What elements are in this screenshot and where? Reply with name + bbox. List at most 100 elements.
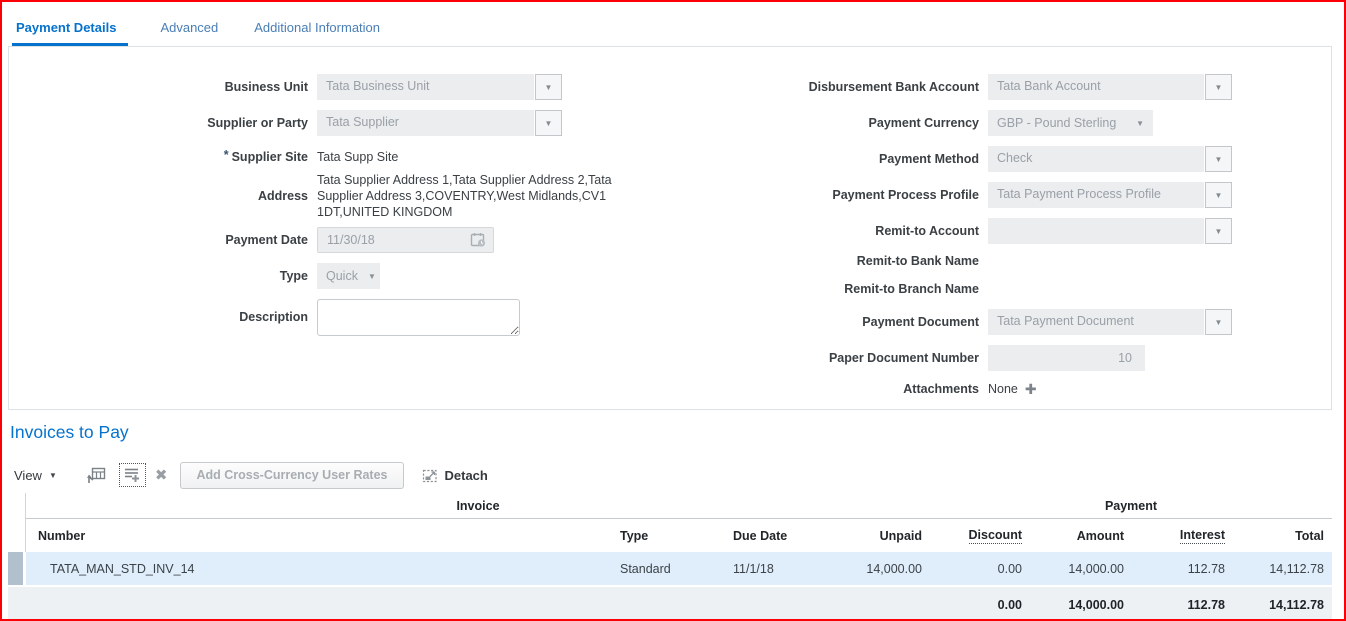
- supplier-or-party-value[interactable]: Tata Supplier: [317, 110, 534, 136]
- paper-document-number-field[interactable]: 10: [988, 345, 1145, 371]
- type-value: Quick: [326, 269, 358, 283]
- selector-column-spacer: [8, 493, 26, 519]
- tab-advanced[interactable]: Advanced: [156, 20, 222, 47]
- detach-button[interactable]: Detach: [422, 468, 488, 483]
- view-menu-button[interactable]: View ▼: [14, 468, 57, 483]
- remit-to-branch-name-label: Remit-to Branch Name: [609, 282, 988, 297]
- column-header-interest[interactable]: Interest: [1132, 519, 1233, 552]
- row-selector-cell[interactable]: [8, 552, 26, 585]
- remit-to-account-label: Remit-to Account: [609, 224, 988, 239]
- detach-icon: [422, 468, 438, 483]
- tab-additional-information[interactable]: Additional Information: [250, 20, 384, 47]
- cell-unpaid[interactable]: 14,000.00: [825, 552, 930, 585]
- table-column-header-row: Number Type Due Date Unpaid Discount Amo…: [8, 519, 1332, 552]
- chevron-down-icon: ▼: [1215, 318, 1223, 327]
- cell-interest[interactable]: 112.78: [1132, 552, 1233, 585]
- payment-method-dropdown-button[interactable]: ▼: [1205, 146, 1232, 172]
- remit-to-bank-name-label: Remit-to Bank Name: [609, 254, 988, 269]
- payment-document-field[interactable]: Tata Payment Document ▼: [988, 309, 1232, 335]
- tab-bar: Payment Details Advanced Additional Info…: [12, 20, 384, 47]
- invoices-toolbar: View ▼ ✖ Add Cross: [14, 460, 488, 490]
- form-left-column: Business Unit Tata Business Unit ▼ Suppl…: [9, 74, 689, 336]
- calendar-picker-icon[interactable]: [470, 232, 487, 248]
- payment-method-value[interactable]: Check: [988, 146, 1204, 172]
- business-unit-value[interactable]: Tata Business Unit: [317, 74, 534, 100]
- disbursement-bank-account-value[interactable]: Tata Bank Account: [988, 74, 1204, 100]
- description-textarea[interactable]: [317, 299, 520, 336]
- disbursement-bank-account-field[interactable]: Tata Bank Account ▼: [988, 74, 1232, 100]
- column-header-amount[interactable]: Amount: [1030, 519, 1132, 552]
- summary-unpaid: [825, 587, 930, 621]
- summary-type: [612, 587, 725, 621]
- payment-date-label: Payment Date: [9, 233, 317, 248]
- address-label: Address: [9, 189, 317, 204]
- cell-due-date[interactable]: 11/1/18: [725, 552, 825, 585]
- invoices-to-pay-title: Invoices to Pay: [10, 422, 129, 443]
- column-header-type[interactable]: Type: [612, 519, 725, 552]
- remit-to-account-field[interactable]: ▼: [988, 218, 1232, 244]
- payment-process-profile-field[interactable]: Tata Payment Process Profile ▼: [988, 182, 1232, 208]
- column-header-discount[interactable]: Discount: [930, 519, 1030, 552]
- summary-discount: 0.00: [930, 587, 1030, 621]
- chevron-down-icon: ▼: [368, 272, 376, 281]
- invoices-table: Invoice Payment Number Type Due Date Unp…: [8, 493, 1332, 621]
- supplier-or-party-dropdown-button[interactable]: ▼: [535, 110, 562, 136]
- chevron-down-icon: ▼: [545, 119, 553, 128]
- add-attachment-plus-icon[interactable]: ✚: [1025, 382, 1037, 396]
- chevron-down-icon: ▼: [49, 471, 57, 480]
- cell-number[interactable]: TATA_MAN_STD_INV_14: [26, 552, 612, 585]
- view-menu-label: View: [14, 468, 42, 483]
- column-header-total[interactable]: Total: [1233, 519, 1332, 552]
- summary-due-date: [725, 587, 825, 621]
- payment-currency-select[interactable]: GBP - Pound Sterling ▼: [988, 110, 1153, 136]
- add-cross-currency-user-rates-button[interactable]: Add Cross-Currency User Rates: [180, 462, 403, 489]
- required-asterisk: *: [224, 148, 229, 162]
- chevron-down-icon: ▼: [545, 83, 553, 92]
- payment-document-dropdown-button[interactable]: ▼: [1205, 309, 1232, 335]
- summary-amount: 14,000.00: [1030, 587, 1132, 621]
- payment-page: Payment Details Advanced Additional Info…: [0, 0, 1346, 621]
- supplier-or-party-field[interactable]: Tata Supplier ▼: [317, 110, 562, 136]
- delete-row-button[interactable]: ✖: [155, 466, 168, 484]
- form-right-column: Disbursement Bank Account Tata Bank Acco…: [609, 74, 1333, 398]
- payment-process-profile-value[interactable]: Tata Payment Process Profile: [988, 182, 1204, 208]
- payment-document-value[interactable]: Tata Payment Document: [988, 309, 1204, 335]
- business-unit-dropdown-button[interactable]: ▼: [535, 74, 562, 100]
- business-unit-field[interactable]: Tata Business Unit ▼: [317, 74, 562, 100]
- add-row-icon: [124, 467, 141, 483]
- invoice-group-header: Invoice: [26, 493, 930, 519]
- supplier-site-value: Tata Supp Site: [317, 149, 398, 165]
- column-header-unpaid[interactable]: Unpaid: [825, 519, 930, 552]
- disbursement-bank-account-dropdown-button[interactable]: ▼: [1205, 74, 1232, 100]
- cell-total[interactable]: 14,112.78: [1233, 552, 1332, 585]
- business-unit-label: Business Unit: [9, 80, 317, 95]
- cell-amount[interactable]: 14,000.00: [1030, 552, 1132, 585]
- select-and-add-button[interactable]: [87, 467, 106, 484]
- payment-group-header: Payment: [930, 493, 1332, 519]
- payment-method-field[interactable]: Check ▼: [988, 146, 1232, 172]
- selector-column-header: [8, 519, 26, 552]
- summary-total: 14,112.78: [1233, 587, 1332, 621]
- payment-process-profile-dropdown-button[interactable]: ▼: [1205, 182, 1232, 208]
- description-label: Description: [9, 310, 317, 325]
- paper-document-number-label: Paper Document Number: [609, 351, 988, 366]
- remit-to-account-value[interactable]: [988, 218, 1204, 244]
- supplier-or-party-label: Supplier or Party: [9, 116, 317, 131]
- chevron-down-icon: ▼: [1215, 191, 1223, 200]
- column-header-number[interactable]: Number: [26, 519, 612, 552]
- add-row-button[interactable]: [119, 463, 146, 487]
- type-select[interactable]: Quick ▼: [317, 263, 380, 289]
- table-summary-row: 0.00 14,000.00 112.78 14,112.78: [8, 587, 1332, 621]
- remit-to-account-dropdown-button[interactable]: ▼: [1205, 218, 1232, 244]
- payment-date-field[interactable]: 11/30/18: [317, 227, 494, 253]
- payment-details-panel: Business Unit Tata Business Unit ▼ Suppl…: [8, 46, 1332, 410]
- summary-selector-spacer: [8, 587, 26, 621]
- chevron-down-icon: ▼: [1215, 227, 1223, 236]
- attachments-value: None: [988, 381, 1018, 397]
- payment-currency-label: Payment Currency: [609, 116, 988, 131]
- cell-type[interactable]: Standard: [612, 552, 725, 585]
- column-header-due-date[interactable]: Due Date: [725, 519, 825, 552]
- table-row[interactable]: TATA_MAN_STD_INV_14 Standard 11/1/18 14,…: [8, 552, 1332, 585]
- tab-payment-details[interactable]: Payment Details: [12, 20, 128, 47]
- cell-discount[interactable]: 0.00: [930, 552, 1030, 585]
